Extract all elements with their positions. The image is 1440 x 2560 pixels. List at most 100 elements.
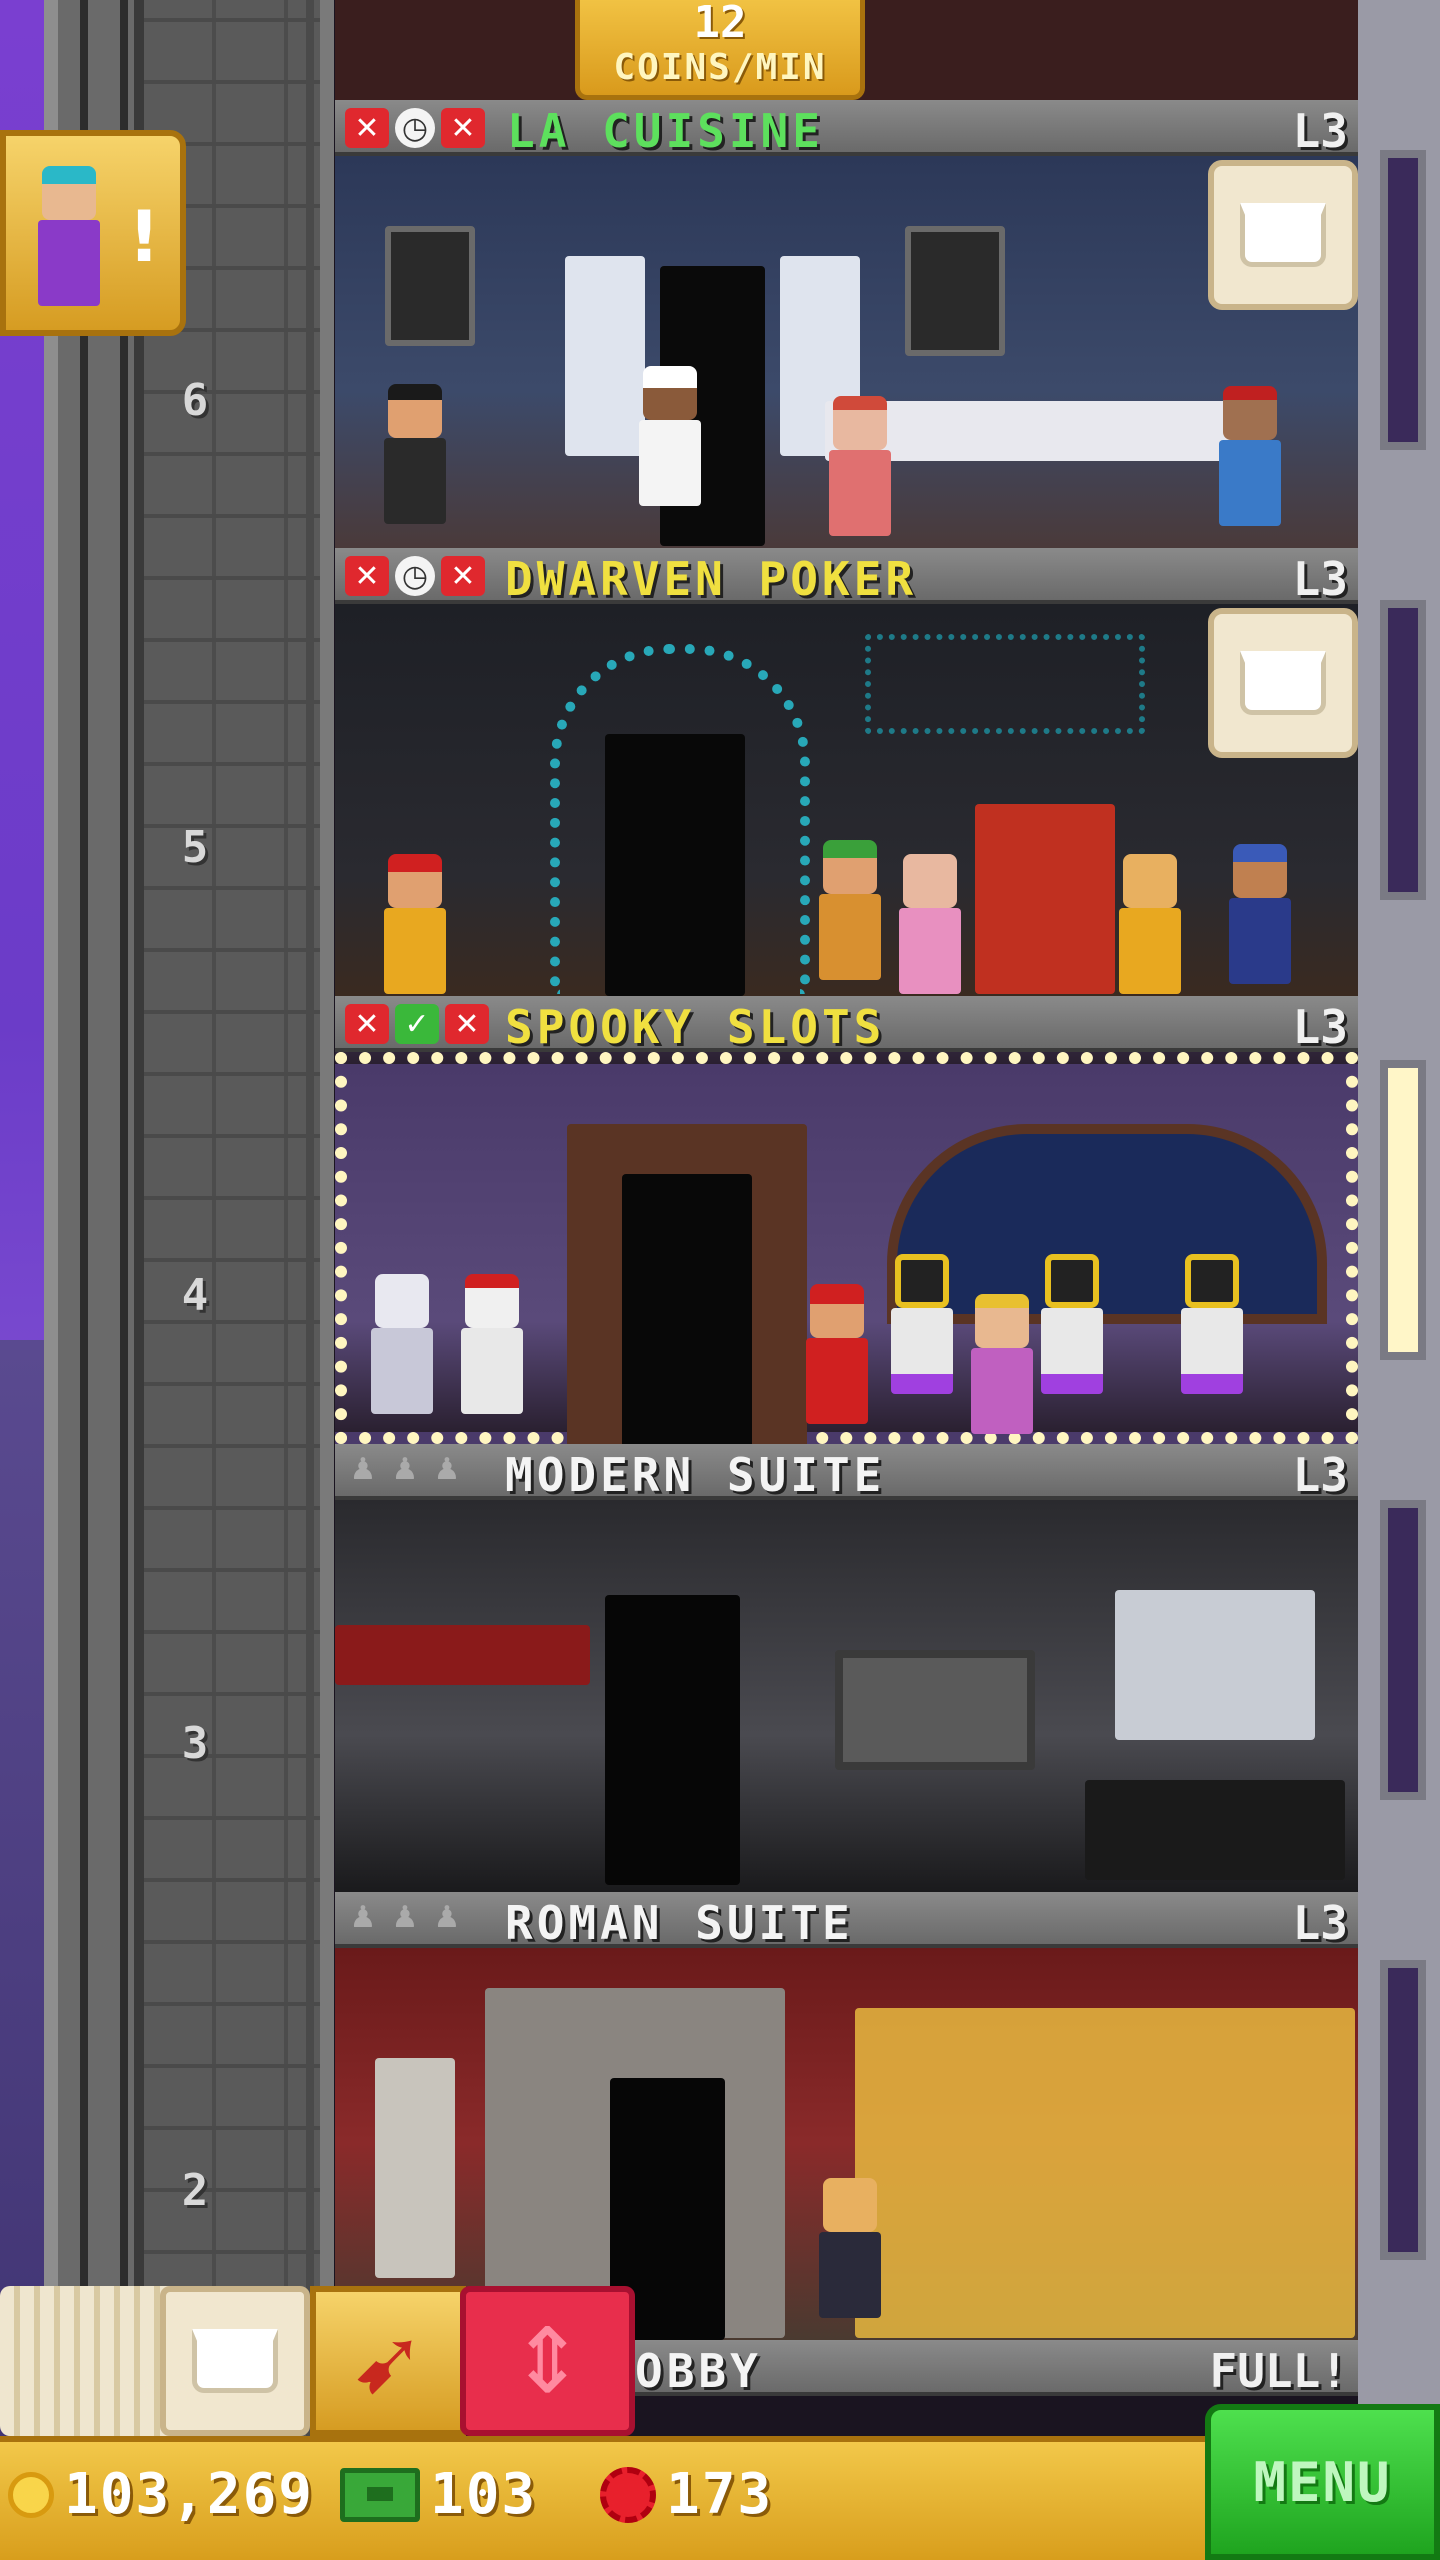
- doorway: [605, 1595, 740, 1885]
- floor-level: L3: [1292, 1000, 1348, 1054]
- restock-button[interactable]: [1208, 160, 1358, 310]
- bitizen-character[interactable]: [815, 2178, 885, 2318]
- occupancy-icons: ♟ ♟ ♟: [345, 1900, 465, 1940]
- person-icon: ♟: [391, 1900, 419, 1935]
- bux-counter: 103: [340, 2462, 537, 2527]
- floor-name: ROMAN SUITE: [505, 1896, 854, 1950]
- floor-number-4: 4: [181, 1270, 209, 1321]
- floor-header: ✕ ◷ ✕ DWARVEN POKER L3: [335, 548, 1358, 606]
- dragon-statue: [975, 804, 1115, 994]
- restock-button[interactable]: [1208, 608, 1358, 758]
- bellhop-character[interactable]: [802, 1284, 872, 1424]
- action-toolbar: ➹ ⇕: [0, 2286, 635, 2436]
- window: [1380, 1060, 1426, 1360]
- status-icons: ✕ ◷ ✕: [345, 108, 485, 148]
- floor-header: ♟ ♟ ♟ ROMAN SUITE L3: [335, 1892, 1358, 1950]
- floor-roman-suite[interactable]: ♟ ♟ ♟ ROMAN SUITE L3: [335, 1892, 1358, 2340]
- chef-character[interactable]: [635, 366, 705, 506]
- bitizen-character[interactable]: [457, 1274, 527, 1414]
- bitizen-character[interactable]: [967, 1294, 1037, 1434]
- bitizen-character[interactable]: [1115, 854, 1185, 994]
- dwarf-character[interactable]: [380, 854, 450, 994]
- wall-art: [835, 1650, 1035, 1770]
- bitizen-character[interactable]: [895, 854, 965, 994]
- check-icon: ✓: [395, 1004, 439, 1044]
- person-icon: ♟: [391, 1452, 419, 1487]
- floor-name: MODERN SUITE: [505, 1448, 886, 1502]
- tickets-value: 173: [666, 2462, 774, 2527]
- vip-visitor-button[interactable]: !: [0, 130, 186, 336]
- ghost-character[interactable]: [367, 1274, 437, 1414]
- room-interior: [335, 1500, 1358, 1892]
- floor-spooky-slots[interactable]: ✕ ✓ ✕ SPOOKY SLOTS L3: [335, 996, 1358, 1454]
- floor-number-6: 6: [181, 375, 209, 426]
- occupancy-icons: ♟ ♟ ♟: [345, 1452, 465, 1492]
- floor-la-cuisine[interactable]: ✕ ◷ ✕ LA CUISINE L3: [335, 100, 1358, 548]
- shaft-rail: [80, 0, 88, 2560]
- wall-painting: [385, 226, 475, 346]
- floor-number-2: 2: [181, 2165, 209, 2216]
- restock-all-button[interactable]: [160, 2286, 310, 2436]
- slot-machine[interactable]: [1037, 1254, 1107, 1394]
- window: [1380, 600, 1426, 900]
- slot-machine[interactable]: [887, 1254, 957, 1394]
- elevator-button[interactable]: ⇕: [460, 2286, 635, 2436]
- floor-modern-suite[interactable]: ♟ ♟ ♟ MODERN SUITE L3: [335, 1444, 1358, 1892]
- floor-level: L3: [1292, 1896, 1348, 1950]
- wizard-character[interactable]: [1225, 844, 1295, 984]
- x-icon: ✕: [345, 556, 389, 596]
- x-icon: ✕: [345, 1004, 389, 1044]
- bitizen-character[interactable]: [825, 396, 895, 536]
- slot-machine[interactable]: [1177, 1254, 1247, 1394]
- floor-header: ✕ ✓ ✕ SPOOKY SLOTS L3: [335, 996, 1358, 1054]
- floor-name: SPOOKY SLOTS: [505, 1000, 886, 1054]
- coins-counter: 103,269: [8, 2462, 314, 2527]
- status-icons: ✕ ◷ ✕: [345, 556, 485, 596]
- bux-value: 103: [430, 2462, 538, 2527]
- dwarf-character[interactable]: [815, 840, 885, 980]
- floor-number-5: 5: [181, 822, 209, 873]
- restock-icon: [1240, 203, 1326, 267]
- restock-icon: [1240, 651, 1326, 715]
- alert-icon: !: [128, 196, 160, 278]
- waiter-character[interactable]: [380, 384, 450, 524]
- person-icon: ♟: [349, 1900, 377, 1935]
- coins-per-minute-unit: COINS/MIN: [613, 47, 827, 88]
- floor-name: OBBY: [635, 2344, 762, 2398]
- room-interior: [335, 1052, 1358, 1454]
- room-interior: [335, 156, 1358, 548]
- arrow-icon: ➹: [350, 2308, 426, 2414]
- window: [1380, 1500, 1426, 1800]
- floor-dwarven-poker[interactable]: ✕ ◷ ✕ DWARVEN POKER L3: [335, 548, 1358, 996]
- restock-icon: [192, 2329, 278, 2393]
- x-icon: ✕: [441, 556, 485, 596]
- raffle-button[interactable]: ➹: [310, 2286, 466, 2436]
- doorway: [622, 1174, 752, 1454]
- floor-level: L3: [1292, 104, 1348, 158]
- up-down-arrows-icon: ⇕: [509, 2308, 586, 2414]
- floor-header: ✕ ◷ ✕ LA CUISINE L3: [335, 100, 1358, 158]
- menu-button[interactable]: MENU: [1205, 2404, 1440, 2560]
- floor-name: LA CUISINE: [507, 104, 824, 158]
- lobby-status: FULL!: [1209, 2344, 1348, 2398]
- ticket-icon: [600, 2466, 656, 2523]
- clock-icon: ◷: [395, 556, 435, 596]
- bookshelf: [1115, 1590, 1315, 1740]
- doorway: [605, 734, 745, 996]
- coins-per-minute-value: 12: [693, 0, 747, 48]
- bitizen-character[interactable]: [1215, 386, 1285, 526]
- gold-curtains: [855, 2008, 1355, 2338]
- bux-icon: [340, 2467, 420, 2522]
- red-wall-stripe: [335, 1625, 590, 1685]
- room-interior: [335, 1948, 1358, 2340]
- person-icon: ♟: [433, 1452, 461, 1487]
- vault-sign: [865, 634, 1145, 734]
- floor-name: DWARVEN POKER: [505, 552, 918, 606]
- restock-queue-stack[interactable]: [0, 2286, 170, 2436]
- coins-per-minute-tag: 12 COINS/MIN: [575, 0, 865, 100]
- shaft-rail: [120, 0, 128, 2560]
- window: [1380, 150, 1426, 450]
- room-interior: [335, 604, 1358, 996]
- status-icons: ✕ ✓ ✕: [345, 1004, 489, 1044]
- bed: [1085, 1780, 1345, 1880]
